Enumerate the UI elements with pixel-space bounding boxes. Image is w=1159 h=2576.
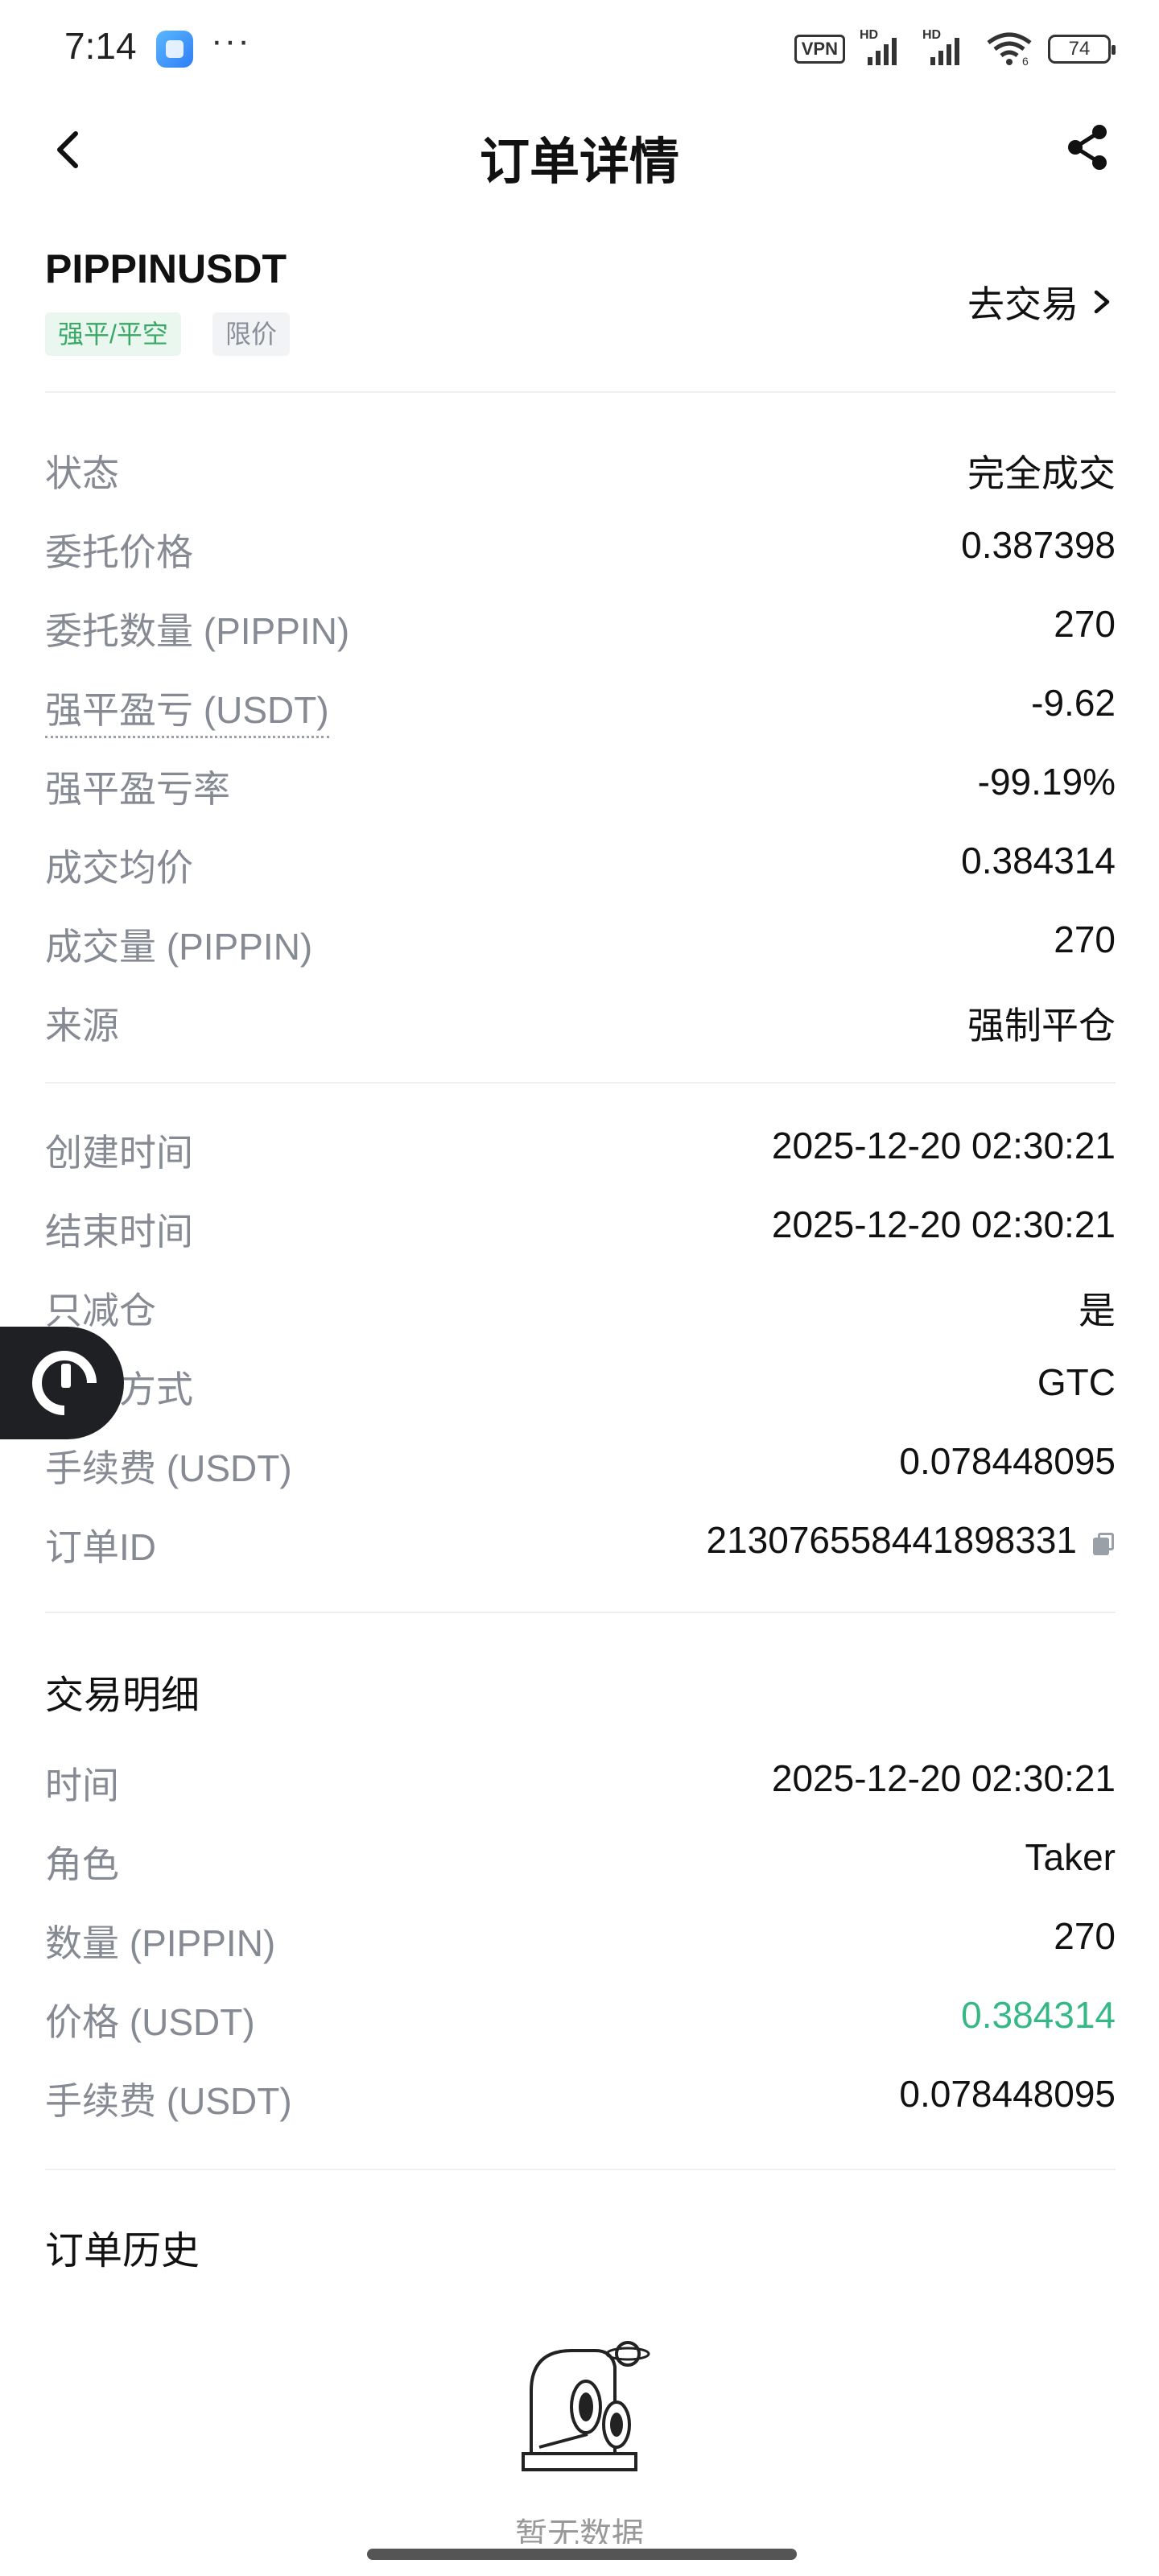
trade-row-role: 角色 Taker (45, 1831, 1116, 1885)
symbol-name: PIPPINUSDT (45, 246, 287, 291)
vpn-icon: VPN (794, 35, 845, 64)
meta-row-order-id: 订单ID 213076558441898331 (45, 1513, 1116, 1568)
meta-value: 0.078448095 (899, 1440, 1116, 1482)
trade-row-fee: 手续费 (USDT) 0.078448095 (45, 2067, 1116, 2122)
order-id-value: 213076558441898331 (707, 1518, 1116, 1562)
info-row-source: 来源 强制平仓 (45, 992, 1116, 1046)
signal-1-icon: HD (860, 28, 908, 65)
divider (45, 1082, 1116, 1084)
info-value: 0.384314 (961, 840, 1116, 881)
info-row-order-qty: 委托数量 (PIPPIN) 270 (45, 597, 1116, 652)
trade-label: 数量 (PIPPIN) (45, 1922, 276, 1964)
top-nav: 订单详情 (0, 105, 1159, 193)
app-notification-icon (156, 31, 193, 68)
info-value: 270 (1054, 603, 1116, 645)
info-row-avg-price: 成交均价 0.384314 (45, 834, 1116, 889)
divider (45, 391, 1116, 393)
meta-row-created: 创建时间 2025-12-20 02:30:21 (45, 1119, 1116, 1174)
status-indicators: VPN HD HD 6 74 (794, 28, 1116, 69)
divider (45, 2169, 1116, 2170)
info-row-liq-pnl-rate: 强平盈亏率 -99.19% (45, 755, 1116, 810)
liq-pnl-tooltip-label[interactable]: 强平盈亏 (USDT) (45, 681, 329, 738)
info-value: 完全成交 (967, 452, 1116, 494)
go-trade-link[interactable]: 去交易 (967, 275, 1114, 328)
share-button[interactable] (1061, 121, 1114, 174)
meta-label: 结束时间 (45, 1211, 193, 1253)
trade-label: 时间 (45, 1765, 119, 1806)
copy-icon[interactable] (1091, 1531, 1116, 1555)
info-row-liq-pnl: 强平盈亏 (USDT) -9.62 (45, 676, 1116, 738)
info-label: 强平盈亏率 (45, 768, 230, 810)
meta-value: 2025-12-20 02:30:21 (771, 1203, 1116, 1245)
trade-value: Taker (1025, 1836, 1116, 1878)
signal-2-icon: HD (922, 28, 971, 65)
meta-label: 创建时间 (45, 1132, 193, 1174)
go-trade-label: 去交易 (967, 283, 1079, 325)
battery-icon: 74 (1048, 35, 1116, 64)
info-label: 成交量 (PIPPIN) (45, 926, 313, 968)
empty-state-text: 暂无数据 (515, 2517, 644, 2544)
order-type-badge: 限价 (212, 312, 291, 356)
meta-label: 订单ID (45, 1526, 156, 1568)
empty-state-illustration (515, 2334, 652, 2491)
order-history-title: 订单历史 (45, 2230, 200, 2273)
meta-row-fee: 手续费 (USDT) 0.078448095 (45, 1435, 1116, 1489)
trade-price-value: 0.384314 (961, 1994, 1116, 2036)
info-value: 强制平仓 (967, 1005, 1116, 1046)
info-row-order-price: 委托价格 0.387398 (45, 518, 1116, 573)
hd-2-label: HD (922, 28, 942, 42)
info-value: -9.62 (1031, 682, 1116, 724)
page-title: 订单详情 (479, 134, 679, 190)
meta-row-reduce-only: 只减仓 是 (45, 1277, 1116, 1331)
meta-value: 2025-12-20 02:30:21 (771, 1125, 1116, 1166)
divider (45, 1612, 1116, 1613)
info-value: 270 (1054, 919, 1116, 960)
wifi-sub-label: 6 (1022, 55, 1029, 67)
status-time: 7:14 (64, 25, 137, 67)
meta-row-time-in-force: 生效方式 GTC (45, 1356, 1116, 1410)
trade-row-price: 价格 (USDT) 0.384314 (45, 1988, 1116, 2043)
wifi-icon: 6 (985, 31, 1033, 68)
status-bar: 7:14 ··· VPN HD HD 6 74 (0, 0, 1159, 97)
more-notifications-icon: ··· (211, 21, 251, 60)
trade-row-qty: 数量 (PIPPIN) 270 (45, 1909, 1116, 1964)
info-label: 委托数量 (PIPPIN) (45, 610, 350, 652)
trade-label: 角色 (45, 1843, 119, 1885)
chevron-right-icon (1094, 290, 1110, 314)
info-row-status: 状态 完全成交 (45, 440, 1116, 494)
meta-label: 手续费 (USDT) (45, 1447, 292, 1489)
binoculars-icon (522, 2341, 650, 2471)
share-icon (1068, 125, 1107, 170)
side-badge: 强平/平空 (45, 312, 181, 356)
floating-assistant-button[interactable] (0, 1327, 124, 1439)
meta-value: 是 (1079, 1290, 1116, 1331)
info-label: 成交均价 (45, 847, 193, 889)
meta-row-ended: 结束时间 2025-12-20 02:30:21 (45, 1198, 1116, 1253)
trade-label: 价格 (USDT) (45, 2001, 255, 2043)
info-value: -99.19% (977, 761, 1116, 803)
info-value: 0.387398 (961, 524, 1116, 566)
meta-value: GTC (1037, 1361, 1116, 1403)
trade-value: 2025-12-20 02:30:21 (771, 1757, 1116, 1799)
trade-value: 270 (1054, 1915, 1116, 1957)
assistant-icon (32, 1351, 97, 1415)
trade-row-time: 时间 2025-12-20 02:30:21 (45, 1752, 1116, 1806)
info-row-filled-qty: 成交量 (PIPPIN) 270 (45, 913, 1116, 968)
hd-1-label: HD (860, 28, 879, 42)
home-indicator[interactable] (367, 2549, 797, 2560)
trade-value: 0.078448095 (899, 2073, 1116, 2115)
trade-label: 手续费 (USDT) (45, 2080, 292, 2122)
order-id-text: 213076558441898331 (706, 1519, 1078, 1561)
info-label: 状态 (45, 452, 119, 494)
trade-details-title: 交易明细 (45, 1674, 200, 1717)
info-label: 来源 (45, 1005, 119, 1046)
info-label: 委托价格 (45, 531, 193, 573)
